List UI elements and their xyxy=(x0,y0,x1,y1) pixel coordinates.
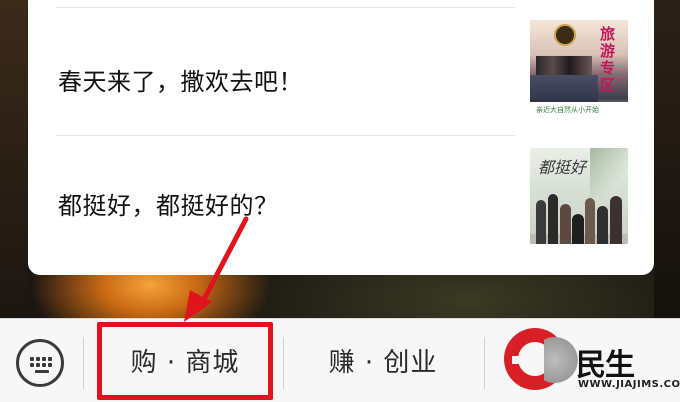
divider-middle xyxy=(56,135,516,136)
background-right-edge xyxy=(654,0,680,318)
article-list-card: 春天来了，撒欢去吧！ 旅游专区 亲近大自然从小开始 都挺好，都挺好的？ 都挺好 xyxy=(28,0,654,275)
watermark-url: WWW.JIAJIMS.COM xyxy=(578,379,680,390)
background-left-edge xyxy=(0,0,28,318)
cast-member xyxy=(572,214,584,244)
keyboard-toggle-button[interactable] xyxy=(16,339,64,387)
thumb-caption: 亲近大自然从小开始 xyxy=(530,102,628,118)
thumb-calligraphy: 都挺好 xyxy=(538,158,587,177)
cast-member xyxy=(610,196,622,244)
tab-earn-startup[interactable]: 赚 · 创业 xyxy=(300,339,466,387)
tab-separator xyxy=(283,337,284,389)
highlight-box xyxy=(97,322,273,400)
cast-member xyxy=(560,204,571,244)
logo-swoosh xyxy=(544,332,580,388)
cast-member xyxy=(536,200,546,244)
article-thumbnail-2[interactable]: 都挺好 xyxy=(530,148,628,244)
seal-icon xyxy=(554,24,576,46)
tab-separator xyxy=(484,337,485,389)
tab-separator xyxy=(83,337,84,389)
cast-member xyxy=(585,198,595,244)
article-title-1[interactable]: 春天来了，撒欢去吧！ xyxy=(58,62,303,97)
thumb-water xyxy=(530,75,598,105)
thumb-headline: 旅游专区 xyxy=(600,25,616,94)
watermark-logo: 民生 WWW.JIAJIMS.COM xyxy=(504,326,680,396)
keyboard-icon xyxy=(16,339,64,387)
cast-member xyxy=(597,206,608,244)
divider-top xyxy=(56,7,516,8)
article-title-2[interactable]: 都挺好，都挺好的？ xyxy=(58,186,279,221)
watermark-brand: 民生 xyxy=(576,348,635,383)
thumb-bamboo xyxy=(590,148,628,198)
article-thumbnail-1[interactable]: 旅游专区 亲近大自然从小开始 xyxy=(530,20,628,118)
cast-member xyxy=(548,194,558,244)
